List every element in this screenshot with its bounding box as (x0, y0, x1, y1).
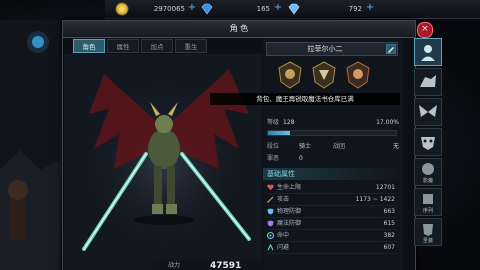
target-icon (267, 232, 274, 239)
tab-attributes[interactable]: 属性 (107, 39, 139, 53)
side-menu-label: 圣装 (422, 238, 433, 244)
rank-value: 骑士 (299, 143, 312, 150)
side-menu-wings[interactable] (414, 98, 442, 126)
combat-power-bar: 战力 47591 (144, 260, 262, 270)
side-menu-shadow[interactable]: 影魔 (414, 158, 442, 186)
stat-value: 607 (383, 244, 395, 251)
world-background (0, 20, 60, 270)
stat-row: 物理防御 663 (267, 206, 397, 218)
side-menu: 影魔 序列 圣装 (414, 38, 442, 270)
stat-row: 命中 382 (267, 230, 397, 242)
shadow-icon (422, 163, 434, 175)
rank-row: 段位 骑士 战团 无 (267, 142, 399, 152)
wings-icon (419, 105, 437, 117)
stat-label: 魔法防御 (277, 220, 302, 227)
info-column: 拉菲尔小二 背包、魔王再锐取魔法书仓库已满 等级 128 17.00% 段位 骑… (210, 38, 403, 270)
title-badge-icon[interactable] (345, 60, 371, 90)
stat-label: 闪避 (277, 244, 290, 251)
kill-row: 罪恶 0 (267, 154, 399, 164)
level-label: 等级 (267, 119, 280, 126)
character-icon (421, 45, 435, 61)
basic-attributes-header: 基础属性 (263, 168, 403, 180)
side-menu-mount[interactable] (414, 68, 442, 96)
side-menu-mask[interactable] (414, 128, 442, 156)
player-name: 拉菲尔小二 (307, 45, 343, 53)
rank-badge-icon[interactable] (277, 60, 303, 90)
exp-progress-bar (267, 130, 397, 136)
stat-row: 攻击 1173 ~ 1422 (267, 194, 397, 206)
tab-character[interactable]: 角色 (73, 39, 105, 53)
stat-value: 12701 (375, 184, 395, 191)
mount-icon (420, 75, 436, 87)
close-button[interactable]: × (417, 22, 433, 38)
character-panel: 角 色 角色 属性 加点 重生 战力 47591 拉菲尔小二 背包、魔王再锐取魔… (62, 20, 416, 270)
add-diamond-icon[interactable]: + (273, 3, 283, 13)
panel-titlebar: 角 色 (63, 21, 415, 38)
armor-icon (423, 224, 433, 236)
gold-amount: 2970065 (153, 5, 185, 13)
shield-icon (267, 208, 274, 215)
crystal-diamond-icon (288, 3, 300, 15)
diamond-amount: 165 (256, 5, 270, 13)
level-row: 等级 128 17.00% (267, 118, 399, 128)
rank-label: 段位 (267, 143, 280, 150)
power-label: 战力 (168, 262, 181, 269)
diamond-resource: 165 (200, 2, 270, 16)
guild-value: 无 (392, 143, 399, 150)
panel-title: 角 色 (229, 24, 249, 33)
order-icon (423, 194, 433, 204)
kill-value: 0 (299, 155, 303, 162)
add-crystal-icon[interactable]: + (365, 3, 375, 13)
character-view[interactable]: 战力 47591 (64, 54, 262, 270)
heart-icon (267, 184, 274, 190)
side-menu-order[interactable]: 序列 (414, 188, 442, 216)
stat-label: 攻击 (277, 196, 290, 203)
add-gold-icon[interactable]: + (187, 3, 197, 13)
stat-value: 382 (383, 232, 395, 239)
gold-resource: 2970065 (115, 2, 185, 16)
exp-percent: 17.00% (376, 119, 399, 126)
stat-row: 闪避 607 (267, 242, 397, 254)
mask-icon (421, 137, 435, 150)
resource-bar: 2970065 + 165 + 792 + (105, 0, 480, 19)
edit-name-icon[interactable] (386, 44, 396, 54)
side-menu-label: 影魔 (422, 178, 433, 184)
guild-badge-icon[interactable] (311, 60, 337, 90)
stat-value: 615 (383, 220, 395, 227)
game-scene: 2970065 + 165 + 792 + 角 色 角色 属性 加点 重生 战力… (0, 0, 480, 270)
sword-icon (267, 196, 274, 203)
world-scenery (0, 20, 60, 270)
gold-coin-icon (115, 2, 129, 16)
tab-add-points[interactable]: 加点 (141, 39, 173, 53)
side-menu-label: 序列 (422, 208, 433, 214)
stat-value: 1173 ~ 1422 (355, 196, 395, 203)
side-menu-character[interactable] (414, 38, 442, 66)
crystal-amount: 792 (348, 5, 362, 13)
character-model (64, 54, 262, 270)
player-name-bar: 拉菲尔小二 (266, 42, 398, 56)
inventory-full-tooltip: 背包、魔王再锐取魔法书仓库已满 (210, 93, 400, 105)
magic-shield-icon (267, 220, 274, 227)
side-menu-armor[interactable]: 圣装 (414, 218, 442, 246)
dodge-icon (267, 244, 274, 251)
power-value: 47591 (210, 261, 242, 270)
kill-label: 罪恶 (267, 155, 280, 162)
blue-diamond-icon (201, 3, 213, 15)
stat-label: 物理防御 (277, 208, 302, 215)
crystal-resource: 792 (287, 2, 362, 16)
level-value: 128 (283, 119, 295, 126)
stat-label: 命中 (277, 232, 290, 239)
stat-row: 生命上限 12701 (267, 182, 397, 194)
guild-label: 战团 (333, 143, 346, 150)
tab-rebirth[interactable]: 重生 (175, 39, 207, 53)
stat-label: 生命上限 (277, 184, 302, 191)
stat-value: 663 (383, 208, 395, 215)
stat-row: 魔法防御 615 (267, 218, 397, 230)
exp-progress-fill (268, 131, 290, 135)
